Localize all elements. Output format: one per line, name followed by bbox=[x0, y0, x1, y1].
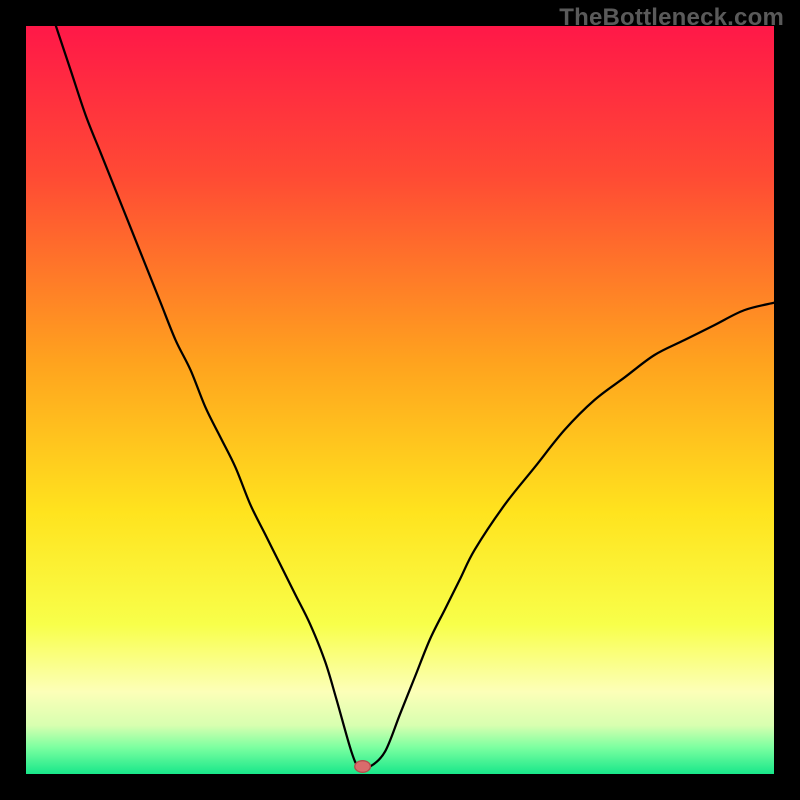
optimum-marker bbox=[355, 761, 371, 773]
plot-background bbox=[26, 26, 774, 774]
chart-frame: TheBottleneck.com bbox=[0, 0, 800, 800]
bottleneck-plot bbox=[26, 26, 774, 774]
